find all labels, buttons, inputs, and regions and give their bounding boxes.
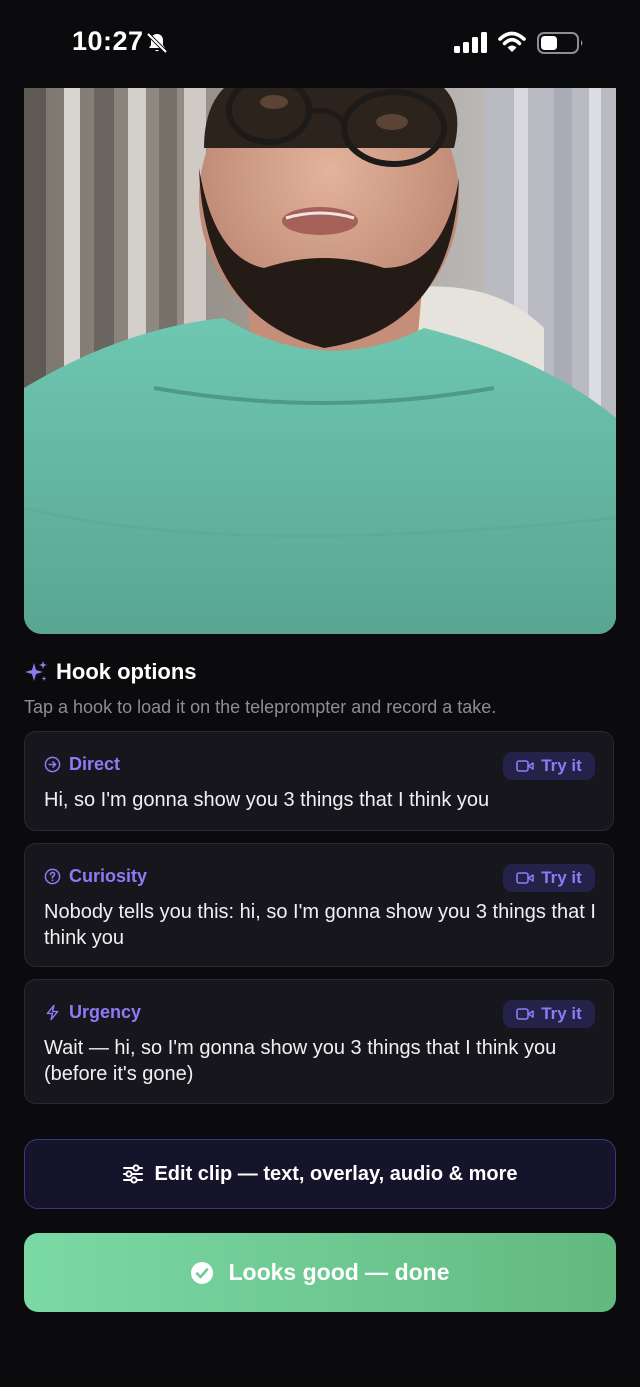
video-camera-icon <box>516 760 534 772</box>
try-it-button[interactable]: Try it <box>503 1000 595 1028</box>
hook-label-direct: Direct <box>44 754 120 775</box>
wifi-icon <box>498 31 526 52</box>
edit-clip-label: Edit clip — text, overlay, audio & more <box>154 1162 518 1185</box>
question-circle-icon <box>44 868 61 885</box>
video-preview[interactable] <box>24 88 616 634</box>
looks-good-done-button[interactable]: Looks good — done <box>24 1233 616 1312</box>
hook-label-text: Curiosity <box>69 866 148 886</box>
hook-text: Wait — hi, so I'm gonna show you 3 thing… <box>44 1037 557 1085</box>
hook-card-curiosity[interactable]: Curiosity Try it Nobody tells you this: … <box>24 843 614 967</box>
hook-card-direct[interactable]: Direct Try it Hi, so I'm gonna show you … <box>24 731 614 831</box>
video-camera-icon <box>516 872 534 884</box>
check-circle-icon <box>191 1261 214 1284</box>
try-it-button[interactable]: Try it <box>503 752 595 780</box>
sparkle-icon <box>25 661 47 681</box>
battery-icon <box>537 32 583 54</box>
status-bar: 10:27 <box>0 0 640 88</box>
hook-label-curiosity: Curiosity <box>44 866 147 887</box>
hook-options-subtitle: Tap a hook to load it on the teleprompte… <box>24 697 497 717</box>
status-time: 10:27 <box>72 26 144 56</box>
hook-label-text: Urgency <box>69 1002 142 1022</box>
bell-slash-icon <box>146 32 168 54</box>
sliders-icon <box>123 1164 144 1184</box>
arrow-circle-icon <box>44 756 61 773</box>
edit-clip-button[interactable]: Edit clip — text, overlay, audio & more <box>24 1139 616 1209</box>
hook-options-title: Hook options <box>56 659 197 684</box>
try-it-label: Try it <box>541 868 582 887</box>
hook-card-urgency[interactable]: Urgency Try it Wait — hi, so I'm gonna s… <box>24 979 614 1104</box>
looks-good-done-label: Looks good — done <box>228 1259 450 1285</box>
hook-options-header: Hook options <box>24 656 197 688</box>
hook-label-urgency: Urgency <box>44 1002 141 1023</box>
cellular-signal-icon <box>454 32 487 53</box>
hook-label-text: Direct <box>69 754 121 774</box>
try-it-label: Try it <box>541 1004 582 1023</box>
video-frame <box>24 88 616 634</box>
try-it-label: Try it <box>541 756 582 775</box>
try-it-button[interactable]: Try it <box>503 864 595 892</box>
hook-text: Nobody tells you this: hi, so I'm gonna … <box>44 901 596 949</box>
hook-text: Hi, so I'm gonna show you 3 things that … <box>44 789 490 811</box>
lightning-icon <box>46 1004 59 1021</box>
video-camera-icon <box>516 1008 534 1020</box>
